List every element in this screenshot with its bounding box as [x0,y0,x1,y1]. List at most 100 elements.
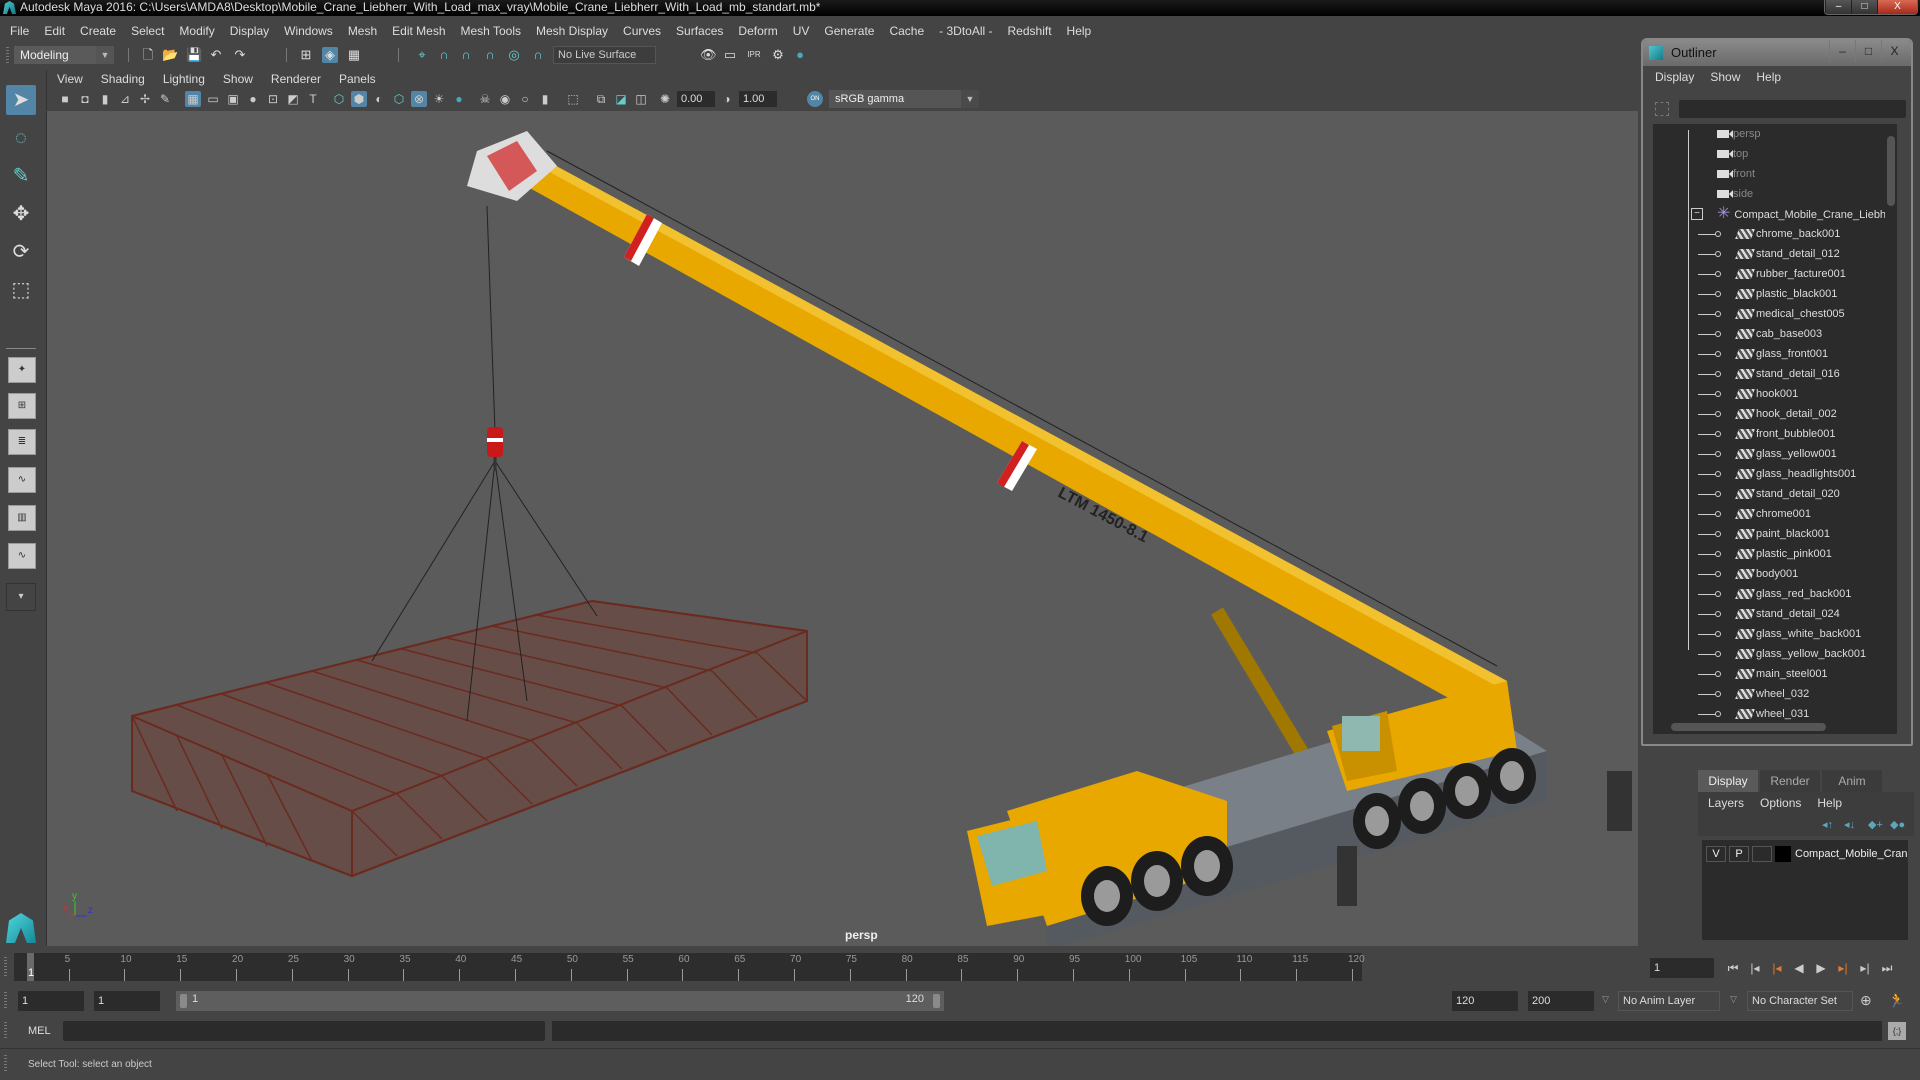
hypershade-icon[interactable]: ● [792,47,808,63]
camera-attributes-icon[interactable]: ◘ [77,91,93,107]
render-view-icon[interactable]: 👁 [700,47,717,63]
range-start-handle[interactable] [180,994,187,1008]
outliner-camera-side[interactable]: side [1653,184,1897,204]
layer-menu-layers[interactable]: Layers [1708,796,1744,810]
outliner-horizontal-scrollbar[interactable] [1653,720,1897,734]
tab-display[interactable]: Display [1698,770,1758,792]
layout-dropdown-button[interactable]: ▾ [6,583,36,611]
rotate-tool-icon[interactable]: ⟳ [6,237,36,267]
close-button[interactable]: X [1877,0,1917,14]
layer-playback-toggle[interactable]: P [1729,846,1749,862]
mode-selector[interactable]: Modeling ▼ [14,46,114,64]
screen-space-ao-icon[interactable]: ☠ [477,91,493,107]
gate-mask-icon[interactable]: ● [245,91,261,107]
outliner-item[interactable]: wheel_032 [1653,684,1897,704]
depth-of-field-icon[interactable]: ▮ [537,91,553,107]
menu-curves[interactable]: Curves [623,24,661,38]
menu-help[interactable]: Help [1067,24,1092,38]
menu-windows[interactable]: Windows [284,24,333,38]
outliner-camera-persp[interactable]: persp [1653,124,1897,144]
outliner-item[interactable]: front_bubble001 [1653,424,1897,444]
helpline-grip[interactable] [4,1055,7,1073]
outliner-camera-top[interactable]: top [1653,144,1897,164]
panel-menu-view[interactable]: View [57,72,83,86]
select-tool-icon[interactable]: ➤ [6,85,36,115]
play-forwards-icon[interactable]: ▶ [1810,958,1832,978]
minimize-button[interactable]: – [1825,0,1851,14]
outliner-item[interactable]: rubber_facture001 [1653,264,1897,284]
color-space-dropdown[interactable]: sRGB gamma ▼ [829,90,979,108]
playback-end-field[interactable]: 120 [1452,991,1518,1011]
outliner-item[interactable]: stand_detail_012 [1653,244,1897,264]
outliner-tree[interactable]: persp top front side − ✳ Compact_Mobile_Cr… [1653,124,1897,734]
snap-to-surface-icon[interactable]: ∩ [530,47,546,63]
outliner-search-input[interactable] [1679,100,1906,118]
grid-icon[interactable]: ▦ [185,91,201,107]
anti-aliasing-icon[interactable]: ○ [517,91,533,107]
collapse-icon[interactable]: − [1691,208,1703,220]
outliner-vertical-scrollbar[interactable] [1885,124,1897,734]
layer-display-type-toggle[interactable] [1752,846,1772,862]
2d-pan-zoom-icon[interactable]: ✢ [137,91,153,107]
outliner-close-button[interactable]: X [1881,40,1907,62]
toolbar-grip[interactable] [6,47,9,63]
menu-deform[interactable]: Deform [738,24,777,38]
default-material-icon[interactable]: ◐ [371,91,387,107]
menu-uv[interactable]: UV [793,24,810,38]
outliner-item[interactable]: hook_detail_002 [1653,404,1897,424]
outliner-menu-help[interactable]: Help [1756,70,1781,84]
menu-display[interactable]: Display [230,24,269,38]
menu-generate[interactable]: Generate [824,24,874,38]
menu-file[interactable]: File [10,24,29,38]
scale-tool-icon[interactable]: ⬚ [6,275,36,305]
bookmarks-icon[interactable]: ▮ [97,91,113,107]
outliner-item[interactable]: glass_yellow_back001 [1653,644,1897,664]
layer-color-swatch[interactable] [1775,846,1791,862]
animation-end-field[interactable]: 200 [1528,991,1594,1011]
animation-preferences-icon[interactable]: 🏃 [1888,992,1905,1009]
script-language-label[interactable]: MEL [28,1025,51,1037]
outliner-item[interactable]: glass_red_back001 [1653,584,1897,604]
wireframe-on-shaded-icon[interactable]: ⬡ [391,91,407,107]
select-by-object-icon[interactable]: ◈ [322,47,338,63]
use-all-lights-icon[interactable]: ☀ [431,91,447,107]
go-to-end-icon[interactable]: ⏭ [1876,958,1898,978]
menu-mesh[interactable]: Mesh [348,24,377,38]
go-to-start-icon[interactable]: ⏮ [1722,958,1744,978]
maximize-button[interactable]: □ [1851,0,1877,14]
menu-3dtoall[interactable]: - 3DtoAll - [939,24,992,38]
lasso-tool-icon[interactable]: ◌ [6,123,36,153]
playback-start-field[interactable]: 1 [94,991,160,1011]
step-forward-frame-icon[interactable]: ▸| [1854,958,1876,978]
select-by-hierarchy-icon[interactable]: ⊞ [298,47,314,63]
xray-icon[interactable]: ⧉ [593,91,609,107]
new-layer-selected-icon[interactable]: ◆● [1890,818,1905,831]
outliner-item[interactable]: chrome001 [1653,504,1897,524]
outliner-item[interactable]: paint_black001 [1653,524,1897,544]
tab-render[interactable]: Render [1760,770,1820,792]
menu-redshift[interactable]: Redshift [1008,24,1052,38]
character-set-dropdown[interactable]: No Character Set [1747,991,1853,1011]
outliner-item[interactable]: main_steel001 [1653,664,1897,684]
outliner-minimize-button[interactable]: – [1829,40,1855,62]
motion-blur-icon[interactable]: ◉ [497,91,513,107]
outliner-item[interactable]: glass_front001 [1653,344,1897,364]
graph-persp-layout-icon[interactable]: ∿ [8,467,36,493]
panel-menu-panels[interactable]: Panels [339,72,376,86]
outliner-persp-layout-icon[interactable]: ≣ [8,429,36,455]
outliner-item[interactable]: cab_base003 [1653,324,1897,344]
smooth-shade-icon[interactable]: ⬢ [351,91,367,107]
select-camera-icon[interactable]: ■ [57,91,73,107]
step-forward-key-icon[interactable]: ▸| [1832,958,1854,978]
custom-layout-icon[interactable]: ∿ [8,543,36,569]
menu-create[interactable]: Create [80,24,116,38]
current-frame-field[interactable]: 1 [1650,958,1714,978]
outliner-item[interactable]: stand_detail_016 [1653,364,1897,384]
redo-icon[interactable]: ↷ [232,47,248,63]
four-pane-layout-icon[interactable]: ⊞ [8,393,36,419]
filter-icon[interactable] [1655,102,1669,116]
perspective-viewport[interactable]: LTM 1450-8.1 y z x persp [46,111,1638,946]
outliner-menu-display[interactable]: Display [1655,70,1694,84]
snap-to-point-icon[interactable]: ∩ [458,47,474,63]
live-surface-field[interactable]: No Live Surface [553,46,656,64]
